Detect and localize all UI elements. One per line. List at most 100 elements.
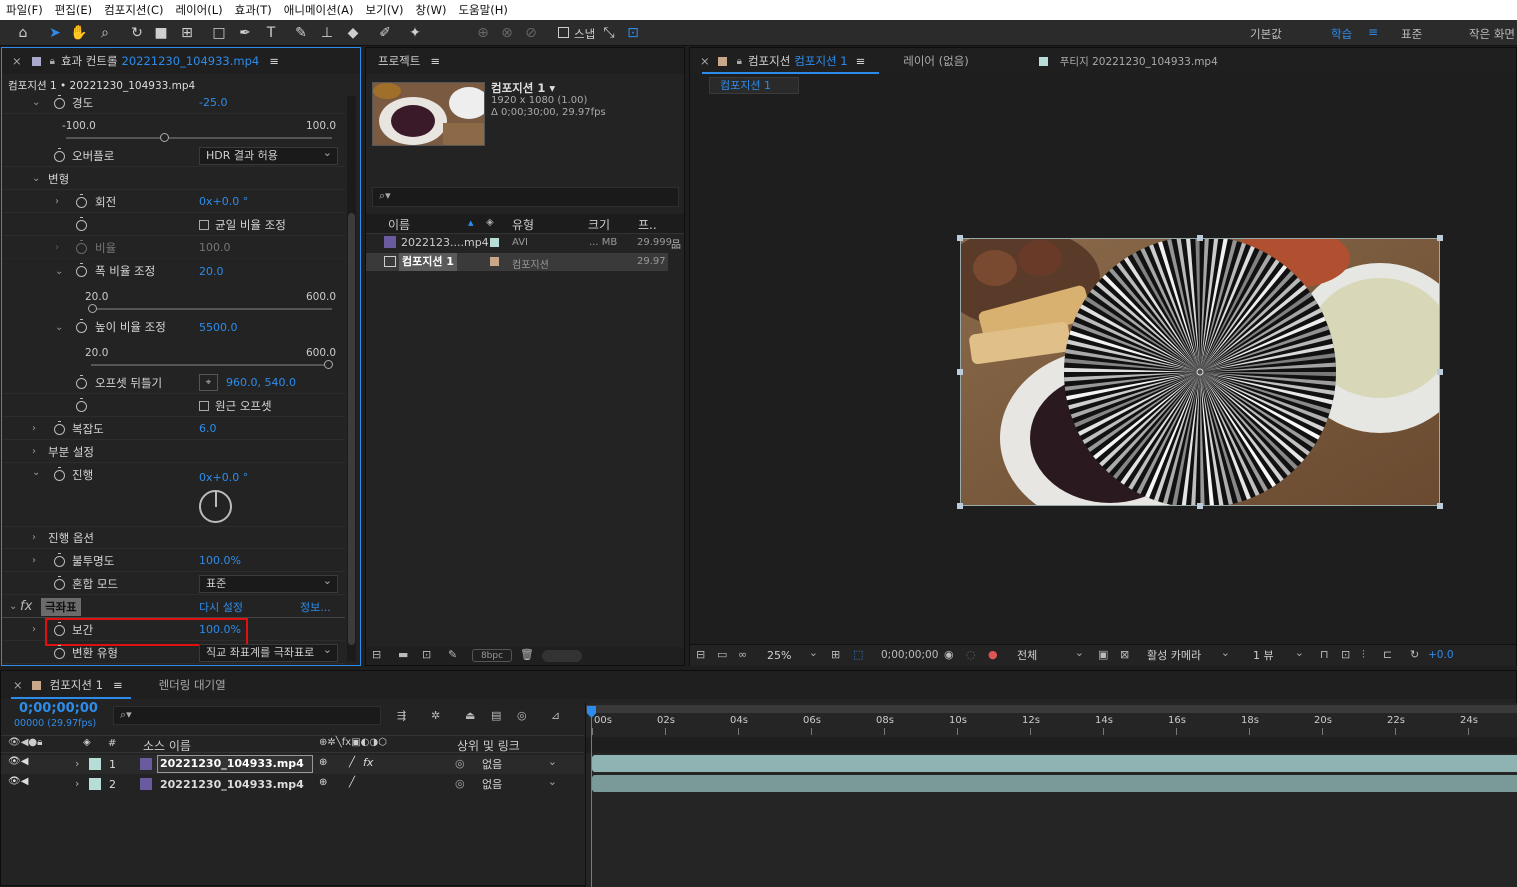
layer-name[interactable]: 20221230_104933.mp4: [160, 778, 304, 791]
label-tag-icon[interactable]: ◈: [83, 737, 91, 748]
stopwatch-icon[interactable]: [54, 553, 65, 567]
layer-name[interactable]: 20221230_104933.mp4: [157, 755, 313, 773]
fx-switch-icon[interactable]: fx: [363, 756, 373, 769]
viewer-tab-comp[interactable]: 컴포지션: [748, 53, 790, 69]
panel-menu-icon[interactable]: ≡: [113, 678, 123, 692]
thumbnail-zoom-slider[interactable]: [542, 650, 582, 662]
layer-row[interactable]: 👁︎◀︎ › 1 20221230_104933.mp4 ⊕ ╱ fx ◎ 없음: [1, 754, 584, 774]
graph-editor-icon[interactable]: ⊿: [551, 709, 560, 722]
col-size[interactable]: 크기: [588, 216, 610, 233]
uniform-checkbox[interactable]: [199, 220, 209, 230]
zoom-tool-icon[interactable]: ⌕: [96, 24, 114, 42]
info-link[interactable]: 정보...: [300, 599, 331, 615]
group-label[interactable]: 부분 설정: [48, 444, 94, 460]
stopwatch-icon[interactable]: [54, 576, 65, 590]
timeline-icon[interactable]: ⫶: [1362, 648, 1365, 662]
handle-bl[interactable]: [957, 503, 963, 509]
timeline-track-area[interactable]: 00s 02s 04s 06s 08s 10s 12s 14s 16s 18s 20s 22s 24s: [585, 703, 1517, 887]
snap-option-icon[interactable]: ⤡: [600, 24, 618, 42]
region-icon[interactable]: ⬚: [853, 648, 863, 661]
col-source-name[interactable]: 소스 이름: [143, 737, 191, 754]
home-icon[interactable]: ⌂: [14, 24, 32, 42]
stopwatch-icon[interactable]: [54, 645, 65, 659]
effect-name[interactable]: 극좌표: [41, 598, 81, 616]
stopwatch-icon[interactable]: [76, 263, 87, 277]
resolution-dropdown[interactable]: 전체: [1010, 645, 1090, 665]
col-name[interactable]: 이름: [388, 216, 410, 233]
project-search-input[interactable]: ⌕▾: [372, 187, 679, 207]
safe-zones-icon[interactable]: ⊞: [831, 648, 840, 661]
scrollbar-thumb[interactable]: [348, 213, 355, 645]
handle-ml[interactable]: [957, 369, 963, 375]
comp-mini-flowchart-icon[interactable]: ⇶: [397, 709, 406, 722]
hand-tool-icon[interactable]: ✋: [70, 24, 88, 42]
viewer-tab-layer[interactable]: 레이어 (없음): [903, 53, 969, 69]
width-scale-slider[interactable]: [88, 304, 332, 313]
workspace-standard[interactable]: 표준: [1401, 26, 1422, 42]
shy-switch-icon[interactable]: ⊕: [319, 757, 327, 768]
menu-composition[interactable]: 컴포지션(C): [98, 2, 169, 18]
prop-value[interactable]: 6.0: [199, 422, 217, 435]
group-label[interactable]: 변형: [48, 171, 69, 187]
axis-view-icon[interactable]: ⊘: [522, 24, 540, 42]
label-swatch-icon[interactable]: [89, 758, 101, 770]
prop-value[interactable]: 20.0: [199, 265, 224, 278]
close-icon[interactable]: ×: [12, 54, 22, 68]
pen-tool-icon[interactable]: ✒: [236, 24, 254, 42]
axis-local-icon[interactable]: ⊕: [474, 24, 492, 42]
pickwhip-icon[interactable]: ◎: [455, 757, 465, 770]
panel-menu-icon[interactable]: ≡: [430, 54, 440, 68]
clone-stamp-icon[interactable]: ⊥: [318, 24, 336, 42]
stopwatch-icon[interactable]: [54, 95, 65, 109]
layer-bar-1[interactable]: [592, 755, 1517, 772]
work-area-bar[interactable]: [586, 705, 1517, 713]
lock-icon[interactable]: 🔒︎: [737, 56, 742, 67]
menu-window[interactable]: 창(W): [410, 2, 453, 18]
menu-layer[interactable]: 레이어(L): [169, 2, 228, 18]
stopwatch-icon[interactable]: [54, 467, 65, 481]
label-swatch-icon[interactable]: [89, 778, 101, 790]
stopwatch-icon[interactable]: [76, 398, 87, 412]
monitor-icon[interactable]: ▭: [717, 648, 727, 661]
switches-icons[interactable]: ⊕✲╲fx▣◐◑⬡: [319, 737, 387, 748]
group-label[interactable]: 진행 옵션: [48, 530, 94, 546]
prop-value[interactable]: 5500.0: [199, 321, 238, 334]
layer-bar-2[interactable]: [592, 775, 1517, 792]
expand-arrow-icon[interactable]: ›: [75, 777, 79, 790]
close-icon[interactable]: ×: [13, 678, 23, 692]
project-row-footage[interactable]: 2022123....mp4 AVI ... MB 29.999 品: [366, 234, 681, 252]
trash-icon[interactable]: 🗑︎: [520, 648, 534, 661]
viewer-tab-comp-name[interactable]: 컴포지션 1: [794, 53, 847, 69]
menu-file[interactable]: 파일(F): [0, 2, 49, 18]
roto-brush-icon[interactable]: ✐: [376, 24, 394, 42]
longitude-slider[interactable]: [66, 133, 332, 142]
stopwatch-icon[interactable]: [54, 148, 65, 162]
visibility-icon[interactable]: 👁︎◀︎: [8, 776, 28, 787]
viewer-timecode[interactable]: 0;00;00;00: [881, 649, 938, 661]
prop-value[interactable]: 100.0%: [199, 554, 241, 567]
orig-offset-checkbox[interactable]: [199, 401, 209, 411]
adjust-icon[interactable]: ✎: [448, 648, 457, 661]
workspace-small-screen[interactable]: 작은 화면: [1469, 26, 1515, 42]
effect-controls-title[interactable]: 효과 컨트롤: [61, 53, 118, 69]
col-parent-link[interactable]: 상위 및 링크: [457, 737, 520, 754]
menu-effect[interactable]: 효과(T): [229, 2, 278, 18]
quality-switch-icon[interactable]: ╱: [349, 757, 355, 768]
workspace-learn[interactable]: 학습: [1331, 26, 1352, 42]
camera-tool-icon[interactable]: ■: [152, 24, 170, 42]
exposure-value[interactable]: +0.0: [1428, 649, 1454, 661]
handle-tl[interactable]: [957, 235, 963, 241]
conversion-dropdown[interactable]: 직교 좌표계를 극좌표로: [199, 644, 338, 662]
shy-icon[interactable]: ⏏: [465, 709, 475, 722]
timeline-search-input[interactable]: ⌕▾: [113, 706, 381, 725]
snap-grid-icon[interactable]: ⊡: [624, 24, 642, 42]
handle-mr[interactable]: [1437, 369, 1443, 375]
crosshair-icon[interactable]: ⌖: [199, 374, 218, 391]
viewer-tab-footage[interactable]: 푸티지 20221230_104933.mp4: [1060, 54, 1218, 69]
brush-tool-icon[interactable]: ✎: [292, 24, 310, 42]
snap-checkbox[interactable]: [558, 27, 569, 38]
evolution-dial[interactable]: [199, 490, 232, 523]
prop-value[interactable]: 0x+0.0 °: [199, 195, 248, 208]
axis-world-icon[interactable]: ⊗: [498, 24, 516, 42]
effect-controls-file[interactable]: 20221230_104933.mp4: [122, 54, 260, 68]
